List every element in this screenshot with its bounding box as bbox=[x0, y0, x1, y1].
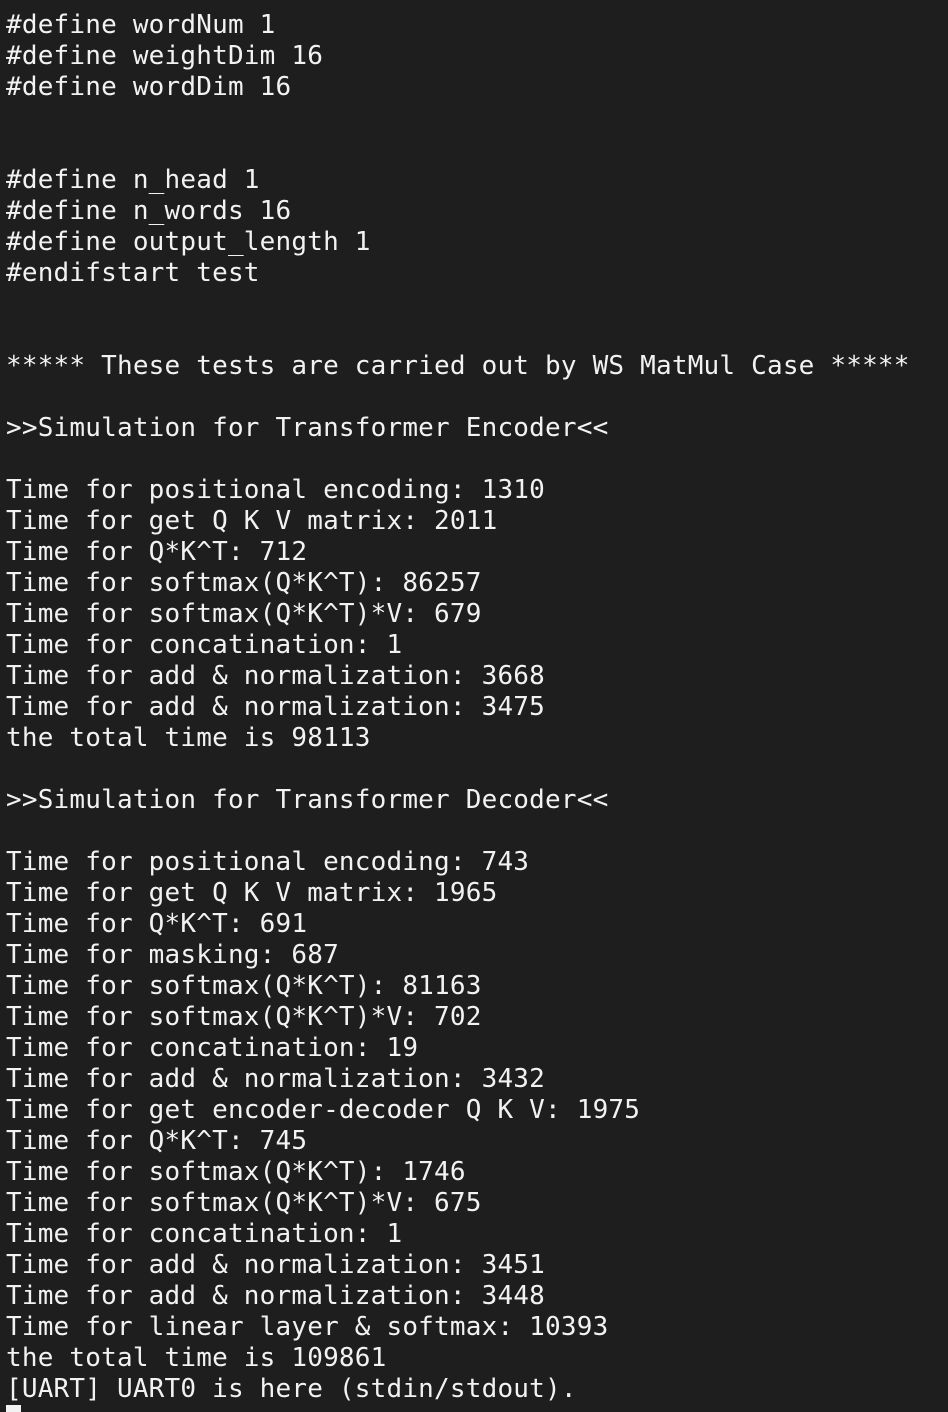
terminal-line: #define n_words 16 bbox=[6, 196, 292, 226]
terminal-line: Time for add & normalization: 3475 bbox=[6, 692, 546, 722]
terminal-line: Time for get Q K V matrix: 2011 bbox=[6, 506, 498, 536]
terminal-line: the total time is 109861 bbox=[6, 1343, 387, 1373]
terminal-line: Time for softmax(Q*K^T): 86257 bbox=[6, 568, 482, 598]
terminal-line: #define n_head 1 bbox=[6, 165, 260, 195]
terminal-line: Time for add & normalization: 3451 bbox=[6, 1250, 546, 1280]
terminal-line: Time for softmax(Q*K^T)*V: 702 bbox=[6, 1002, 482, 1032]
terminal-line: Time for softmax(Q*K^T)*V: 675 bbox=[6, 1188, 482, 1218]
terminal-line: Time for softmax(Q*K^T)*V: 679 bbox=[6, 599, 482, 629]
terminal-line: #define weightDim 16 bbox=[6, 41, 324, 71]
terminal-line: #define wordDim 16 bbox=[6, 72, 292, 102]
terminal-line: the total time is 98113 bbox=[6, 723, 371, 753]
terminal-line: >>Simulation for Transformer Decoder<< bbox=[6, 785, 609, 815]
terminal-line: Time for add & normalization: 3432 bbox=[6, 1064, 546, 1094]
terminal-line: Time for get encoder-decoder Q K V: 1975 bbox=[6, 1095, 641, 1125]
terminal-line: Time for softmax(Q*K^T): 1746 bbox=[6, 1157, 466, 1187]
terminal-line: Time for softmax(Q*K^T): 81163 bbox=[6, 971, 482, 1001]
terminal-line: Time for add & normalization: 3448 bbox=[6, 1281, 546, 1311]
terminal-line: Time for concatination: 1 bbox=[6, 1219, 403, 1249]
terminal-line: #define output_length 1 bbox=[6, 227, 371, 257]
terminal-line: Time for Q*K^T: 712 bbox=[6, 537, 308, 567]
terminal-line: ***** These tests are carried out by WS … bbox=[6, 351, 910, 381]
terminal-line: [UART] UART0 is here (stdin/stdout). bbox=[6, 1374, 577, 1404]
terminal-line: Time for Q*K^T: 745 bbox=[6, 1126, 308, 1156]
terminal-cursor bbox=[6, 1405, 21, 1412]
terminal-line: Time for concatination: 19 bbox=[6, 1033, 419, 1063]
terminal-line: Time for add & normalization: 3668 bbox=[6, 661, 546, 691]
terminal-line: Time for positional encoding: 1310 bbox=[6, 475, 546, 505]
terminal-line: Time for masking: 687 bbox=[6, 940, 339, 970]
terminal-line: Time for Q*K^T: 691 bbox=[6, 909, 308, 939]
terminal-output[interactable]: #define wordNum 1 #define weightDim 16 #de… bbox=[6, 10, 946, 1405]
terminal-line: #endifstart test bbox=[6, 258, 260, 288]
terminal-line: >>Simulation for Transformer Encoder<< bbox=[6, 413, 609, 443]
terminal-line: Time for concatination: 1 bbox=[6, 630, 403, 660]
terminal-line: #define wordNum 1 bbox=[6, 10, 276, 40]
terminal-line: Time for positional encoding: 743 bbox=[6, 847, 530, 877]
terminal-line: Time for get Q K V matrix: 1965 bbox=[6, 878, 498, 908]
terminal-line: Time for linear layer & softmax: 10393 bbox=[6, 1312, 609, 1342]
